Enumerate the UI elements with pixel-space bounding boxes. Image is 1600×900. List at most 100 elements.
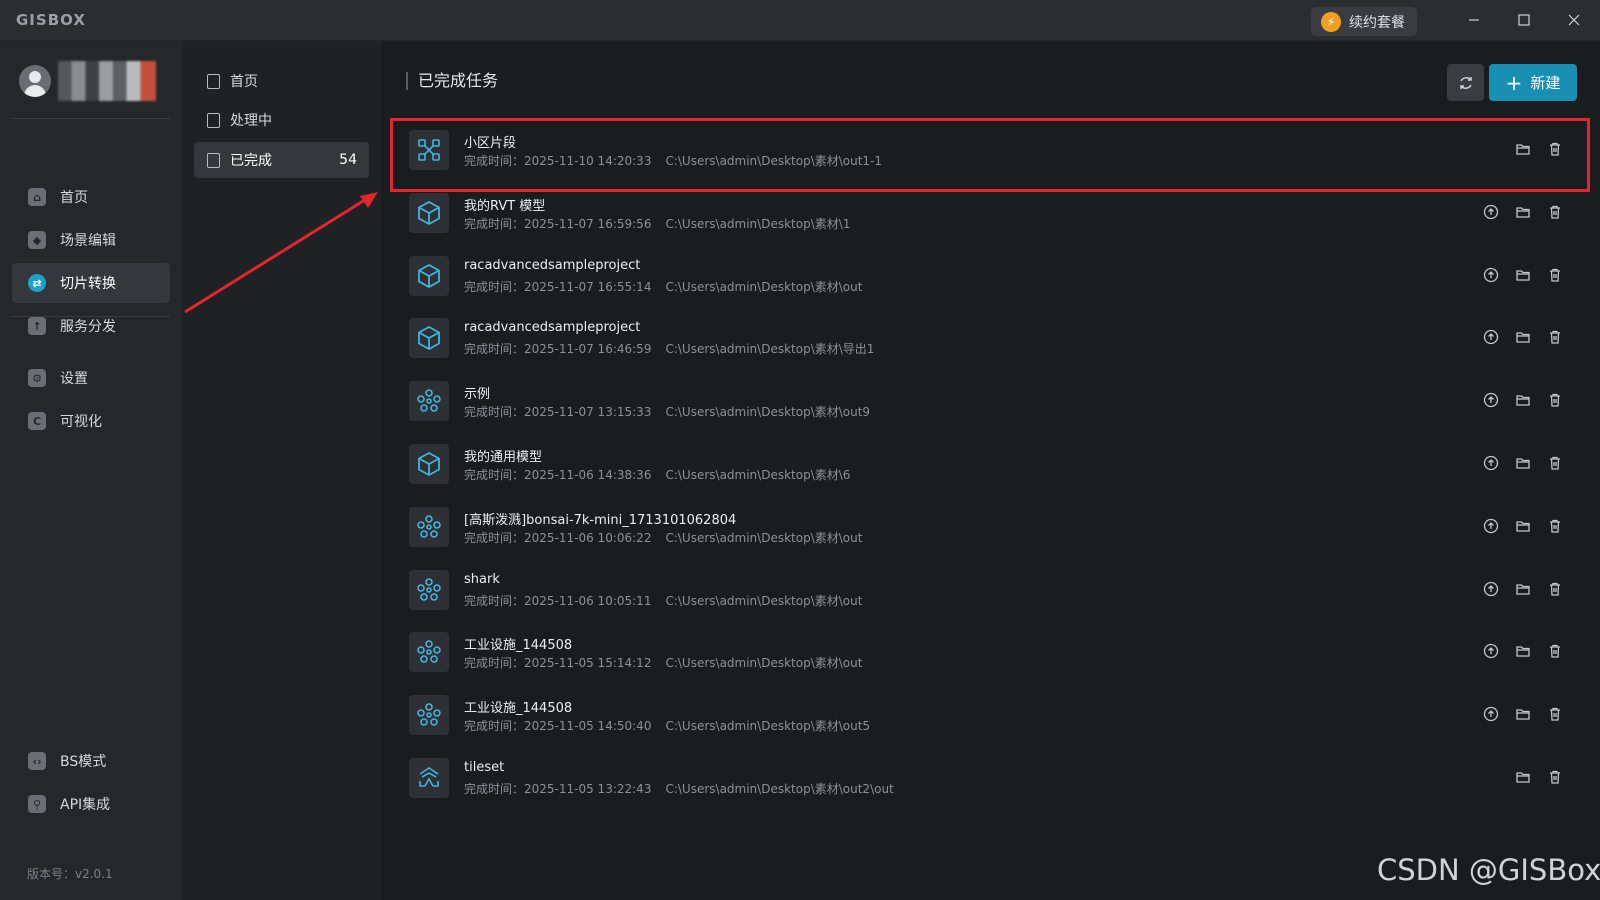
task-path: C:\Users\admin\Desktop\素材\out xyxy=(665,656,863,671)
delete-icon[interactable] xyxy=(1546,517,1564,535)
renew-label: 续约套餐 xyxy=(1349,14,1405,31)
task-row[interactable]: racadvancedsampleproject 完成时间：2025-11-07 … xyxy=(409,248,1564,308)
task-time: 完成时间：2025-11-05 15:14:12 xyxy=(464,656,652,671)
open-folder-icon[interactable] xyxy=(1514,705,1532,723)
upload-icon[interactable] xyxy=(1482,203,1500,221)
visual-icon: C xyxy=(28,412,46,430)
task-row[interactable]: 示例 完成时间：2025-11-07 13:15:33 C:\Users\admin… xyxy=(409,373,1564,433)
model-cube-icon xyxy=(409,192,449,233)
task-name: [高斯泼溅]bonsai-7k-mini_1713101062804 xyxy=(464,512,737,528)
task-row[interactable]: tileset 完成时间：2025-11-05 13:22:43 C:\Users\… xyxy=(409,750,1564,810)
delete-icon[interactable] xyxy=(1546,454,1564,472)
sidebar-item-5[interactable]: C 可视化 xyxy=(12,401,170,441)
open-folder-icon[interactable] xyxy=(1514,266,1532,284)
task-row[interactable]: shark 完成时间：2025-11-06 10:05:11 C:\Users\ad… xyxy=(409,562,1564,622)
upload-icon[interactable] xyxy=(1482,266,1500,284)
delete-icon[interactable] xyxy=(1546,580,1564,598)
upload-icon[interactable] xyxy=(1482,580,1500,598)
count-badge: 54 xyxy=(339,152,357,168)
task-actions xyxy=(1482,203,1564,221)
new-task-label: 新建 xyxy=(1530,74,1561,92)
sidebar-item-label: 设置 xyxy=(60,371,88,387)
delete-icon[interactable] xyxy=(1546,328,1564,346)
task-meta: 完成时间：2025-11-05 14:50:40 C:\Users\admin\D… xyxy=(464,717,870,734)
maximize-button[interactable] xyxy=(1510,8,1538,32)
point-cloud-icon xyxy=(409,506,449,547)
task-time: 完成时间：2025-11-07 16:55:14 xyxy=(464,279,652,294)
task-row[interactable]: racadvancedsampleproject 完成时间：2025-11-07 … xyxy=(409,310,1564,370)
new-task-button[interactable]: + 新建 xyxy=(1489,64,1577,101)
refresh-icon xyxy=(1459,76,1472,89)
sidebar-item-label: API集成 xyxy=(60,797,111,813)
task-time: 完成时间：2025-11-07 16:59:56 xyxy=(464,216,652,231)
sidebar-item-0[interactable]: ⌂ 首页 xyxy=(12,177,170,217)
upload-icon[interactable] xyxy=(1482,517,1500,535)
subnav-item-label: 已完成 xyxy=(230,153,272,169)
subnav-item-label: 首页 xyxy=(230,74,258,90)
upload-icon[interactable] xyxy=(1482,454,1500,472)
task-time: 完成时间：2025-11-07 16:46:59 xyxy=(464,342,652,357)
task-row[interactable]: 我的通用模型完成时间：2025-11-06 14:38:36 C:\Users\a… xyxy=(409,436,1564,496)
delete-icon[interactable] xyxy=(1546,266,1564,284)
delete-icon[interactable] xyxy=(1546,642,1564,660)
minimize-button[interactable] xyxy=(1460,8,1488,32)
point-cloud-icon xyxy=(409,569,449,610)
gear-icon: ⚙ xyxy=(28,369,46,387)
sidebar-item-label: BS模式 xyxy=(60,754,107,770)
task-row[interactable]: 工业设施_144508 完成时间：2025-11-05 14:50:40 C:\Us… xyxy=(409,687,1564,747)
task-row[interactable]: 工业设施_144508 完成时间：2025-11-05 15:14:12 C:\Us… xyxy=(409,624,1564,684)
refresh-button[interactable] xyxy=(1447,64,1484,101)
task-meta: 完成时间：2025-11-05 13:22:43 C:\Users\admin\D… xyxy=(464,780,894,797)
delete-icon[interactable] xyxy=(1546,203,1564,221)
delete-icon[interactable] xyxy=(1546,768,1564,786)
sidebar-item-2[interactable]: ⇄ 切片转换 xyxy=(12,263,170,303)
renew-package-button[interactable]: ⚡ 续约套餐 xyxy=(1311,7,1417,36)
task-actions xyxy=(1482,517,1564,535)
task-meta: 完成时间：2025-11-06 10:05:11 C:\Users\admin\D… xyxy=(464,592,862,609)
model-cube-icon xyxy=(409,318,449,359)
task-meta: 完成时间：2025-11-07 16:55:14 C:\Users\admin\D… xyxy=(464,278,862,295)
subnav-item-0[interactable]: 首页 xyxy=(194,63,369,99)
task-actions xyxy=(1482,580,1564,598)
sidebar-item-4[interactable]: ⚙ 设置 xyxy=(12,358,170,398)
task-row[interactable]: 我的RVT 模型 完成时间：2025-11-07 16:59:56 C:\Users… xyxy=(409,185,1564,245)
task-name: shark xyxy=(464,571,500,587)
upload-icon[interactable] xyxy=(1482,642,1500,660)
open-folder-icon[interactable] xyxy=(1514,768,1532,786)
upload-icon[interactable] xyxy=(1482,705,1500,723)
task-time: 完成时间：2025-11-06 10:06:22 xyxy=(464,530,652,545)
open-folder-icon[interactable] xyxy=(1514,642,1532,660)
task-name: 我的通用模型 xyxy=(464,450,543,465)
close-button[interactable] xyxy=(1560,8,1588,32)
sidebar-bottom-item-0[interactable]: ‹› BS模式 xyxy=(12,741,170,781)
open-folder-icon[interactable] xyxy=(1514,517,1532,535)
point-cloud-icon xyxy=(409,381,449,422)
open-folder-icon[interactable] xyxy=(1514,328,1532,346)
task-actions xyxy=(1482,391,1564,409)
task-time: 完成时间：2025-11-05 14:50:40 xyxy=(464,719,652,734)
task-time: 完成时间：2025-11-06 14:38:36 xyxy=(464,468,652,482)
main-sidebar: ⌂ 首页 ◆ 场景编辑 ⇄ 切片转换 ↑ 服务分发 ⚙ 设置 C 可视化 ‹› BS模式 ⚲ API集成 版本… xyxy=(0,41,182,900)
sidebar-item-3[interactable]: ↑ 服务分发 xyxy=(12,306,170,346)
task-actions xyxy=(1482,642,1564,660)
task-path: C:\Users\admin\Desktop\素材\6 xyxy=(665,468,851,482)
delete-icon[interactable] xyxy=(1546,391,1564,409)
subnav-item-2[interactable]: 已完成 54 xyxy=(194,142,369,178)
task-meta: 完成时间：2025-11-05 15:14:12 C:\Users\admin\D… xyxy=(464,654,862,671)
open-folder-icon[interactable] xyxy=(1514,580,1532,598)
sidebar-bottom-item-1[interactable]: ⚲ API集成 xyxy=(12,784,170,824)
open-folder-icon[interactable] xyxy=(1514,391,1532,409)
task-row[interactable]: [高斯泼溅]bonsai-7k-mini_1713101062804 完成时间：2… xyxy=(409,499,1564,559)
version-label: 版本号：v2.0.1 xyxy=(27,867,113,881)
upload-icon[interactable] xyxy=(1482,328,1500,346)
subnav-item-1[interactable]: 处理中 xyxy=(194,102,369,138)
username-blurred xyxy=(58,61,156,101)
close-icon xyxy=(1568,14,1580,26)
open-folder-icon[interactable] xyxy=(1514,203,1532,221)
open-folder-icon[interactable] xyxy=(1514,454,1532,472)
sidebar-item-1[interactable]: ◆ 场景编辑 xyxy=(12,220,170,260)
delete-icon[interactable] xyxy=(1546,705,1564,723)
avatar[interactable] xyxy=(19,65,51,97)
upload-icon[interactable] xyxy=(1482,391,1500,409)
task-path: C:\Users\admin\Desktop\素材\1 xyxy=(665,216,851,231)
